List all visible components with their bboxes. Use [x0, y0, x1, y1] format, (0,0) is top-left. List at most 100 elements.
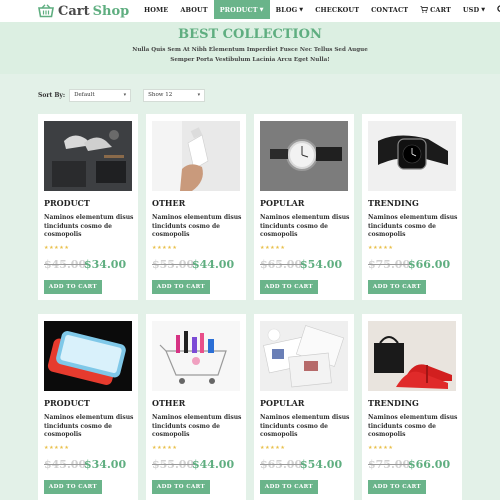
rating-stars: ★★★★★: [368, 445, 394, 451]
chevron-down-icon: ▾: [123, 92, 127, 98]
add-to-cart-button[interactable]: ADD TO CART: [44, 480, 102, 494]
product-card: PRODUCT Naminos elementum disus tincidun…: [38, 114, 138, 300]
nav-item-home[interactable]: HOME: [138, 0, 174, 19]
nav-label: CHECKOUT: [315, 5, 360, 14]
rating-stars: ★★★★★: [44, 245, 70, 251]
product-description: Naminos elementum disus tincidunts cosmo…: [260, 414, 350, 438]
shopping-basket-icon: [38, 4, 54, 18]
product-image[interactable]: [44, 121, 132, 191]
old-price: $45.00: [44, 258, 87, 271]
rating-stars: ★★★★★: [152, 245, 178, 251]
caret-down-icon: ▼: [299, 6, 304, 13]
rating-stars: ★★★★★: [368, 245, 394, 251]
logo-text-cart: Cart: [58, 3, 90, 19]
product-description: Naminos elementum disus tincidunts cosmo…: [44, 414, 134, 438]
new-price: $54.00: [300, 258, 343, 271]
nav-item-checkout[interactable]: CHECKOUT: [309, 0, 365, 19]
new-price: $66.00: [408, 258, 451, 271]
main-nav: HOME ABOUT PRODUCT ▼ BLOG ▼ CHECKOUT CONTA…: [138, 0, 500, 19]
show-select-value: Show 12: [148, 92, 173, 98]
product-category: PRODUCT: [44, 198, 90, 208]
product-description: Naminos elementum disus tincidunts cosmo…: [368, 414, 458, 438]
nav-item-about[interactable]: ABOUT: [174, 0, 213, 19]
filter-bar: Sort By: Default ▾ Show 12 ▾: [38, 88, 206, 102]
product-image[interactable]: [260, 321, 348, 391]
old-price: $45.00: [44, 458, 87, 471]
product-card: TRENDING Naminos elementum disus tincidu…: [362, 114, 462, 300]
product-card: TRENDING Naminos elementum disus tincidu…: [362, 314, 462, 500]
sort-label: Sort By:: [38, 91, 66, 99]
new-price: $66.00: [408, 458, 451, 471]
add-to-cart-button[interactable]: ADD TO CART: [368, 280, 426, 294]
product-image[interactable]: [368, 121, 456, 191]
currency-label: USD: [462, 5, 480, 14]
add-to-cart-button[interactable]: ADD TO CART: [152, 280, 210, 294]
new-price: $54.00: [300, 458, 343, 471]
product-category: POPULAR: [260, 198, 305, 208]
product-card: OTHER Naminos elementum disus tincidunts…: [146, 314, 246, 500]
nav-item-product[interactable]: PRODUCT ▼: [213, 0, 270, 19]
new-price: $44.00: [192, 258, 235, 271]
old-price: $75.00: [368, 258, 411, 271]
nav-label: CONTACT: [371, 5, 409, 14]
nav-item-contact[interactable]: CONTACT: [365, 0, 414, 19]
product-description: Naminos elementum disus tincidunts cosmo…: [260, 214, 350, 238]
product-card: PRODUCT Naminos elementum disus tincidun…: [38, 314, 138, 500]
caret-down-icon: ▼: [259, 6, 264, 13]
nav-label: BLOG: [275, 5, 298, 14]
add-to-cart-button[interactable]: ADD TO CART: [260, 480, 318, 494]
add-to-cart-button[interactable]: ADD TO CART: [44, 280, 102, 294]
rating-stars: ★★★★★: [260, 445, 286, 451]
product-image[interactable]: [152, 321, 240, 391]
new-price: $44.00: [192, 458, 235, 471]
logo-text-shop: Shop: [92, 3, 130, 19]
section-title: BEST COLLECTION: [178, 27, 322, 42]
show-count-select[interactable]: Show 12 ▾: [143, 88, 206, 102]
old-price: $75.00: [368, 458, 411, 471]
new-price: $34.00: [84, 458, 127, 471]
sort-select[interactable]: Default ▾: [69, 88, 132, 102]
product-image[interactable]: [44, 321, 132, 391]
nav-label: PRODUCT: [219, 5, 258, 14]
product-description: Naminos elementum disus tincidunts cosmo…: [152, 214, 242, 238]
cart-icon: [420, 6, 429, 13]
product-category: OTHER: [152, 398, 186, 408]
old-price: $55.00: [152, 458, 195, 471]
chevron-down-icon: ▾: [197, 92, 201, 98]
add-to-cart-button[interactable]: ADD TO CART: [368, 480, 426, 494]
product-category: POPULAR: [260, 398, 305, 408]
new-price: $34.00: [84, 258, 127, 271]
product-category: OTHER: [152, 198, 186, 208]
rating-stars: ★★★★★: [44, 445, 70, 451]
product-image[interactable]: [152, 121, 240, 191]
nav-cart-label: CART: [430, 5, 451, 14]
caret-down-icon: ▼: [481, 6, 486, 13]
product-category: TRENDING: [368, 398, 419, 408]
old-price: $65.00: [260, 458, 303, 471]
nav-cart-link[interactable]: CART: [414, 0, 457, 19]
site-header: Cart Shop HOME ABOUT PRODUCT ▼ BLOG ▼ CHEC…: [0, 0, 500, 22]
site-logo[interactable]: Cart Shop: [38, 0, 129, 22]
nav-label: HOME: [144, 5, 169, 14]
product-category: TRENDING: [368, 198, 419, 208]
currency-selector[interactable]: USD ▼: [457, 0, 491, 19]
product-description: Naminos elementum disus tincidunts cosmo…: [152, 414, 242, 438]
nav-label: ABOUT: [180, 5, 208, 14]
product-image[interactable]: [368, 321, 456, 391]
sort-select-value: Default: [74, 92, 95, 98]
product-card: POPULAR Naminos elementum disus tincidun…: [254, 114, 354, 300]
add-to-cart-button[interactable]: ADD TO CART: [152, 480, 210, 494]
rating-stars: ★★★★★: [260, 245, 286, 251]
product-card: OTHER Naminos elementum disus tincidunts…: [146, 114, 246, 300]
product-description: Naminos elementum disus tincidunts cosmo…: [44, 214, 134, 238]
add-to-cart-button[interactable]: ADD TO CART: [260, 280, 318, 294]
old-price: $65.00: [260, 258, 303, 271]
nav-item-blog[interactable]: BLOG ▼: [270, 0, 310, 19]
product-category: PRODUCT: [44, 398, 90, 408]
product-image[interactable]: [260, 121, 348, 191]
product-card: POPULAR Naminos elementum disus tincidun…: [254, 314, 354, 500]
product-description: Naminos elementum disus tincidunts cosmo…: [368, 214, 458, 238]
old-price: $55.00: [152, 258, 195, 271]
nav-search-button[interactable]: [491, 0, 500, 19]
section-subtitle: Nulla Quis Sem At Nibh Elementum Imperdi…: [132, 47, 368, 63]
